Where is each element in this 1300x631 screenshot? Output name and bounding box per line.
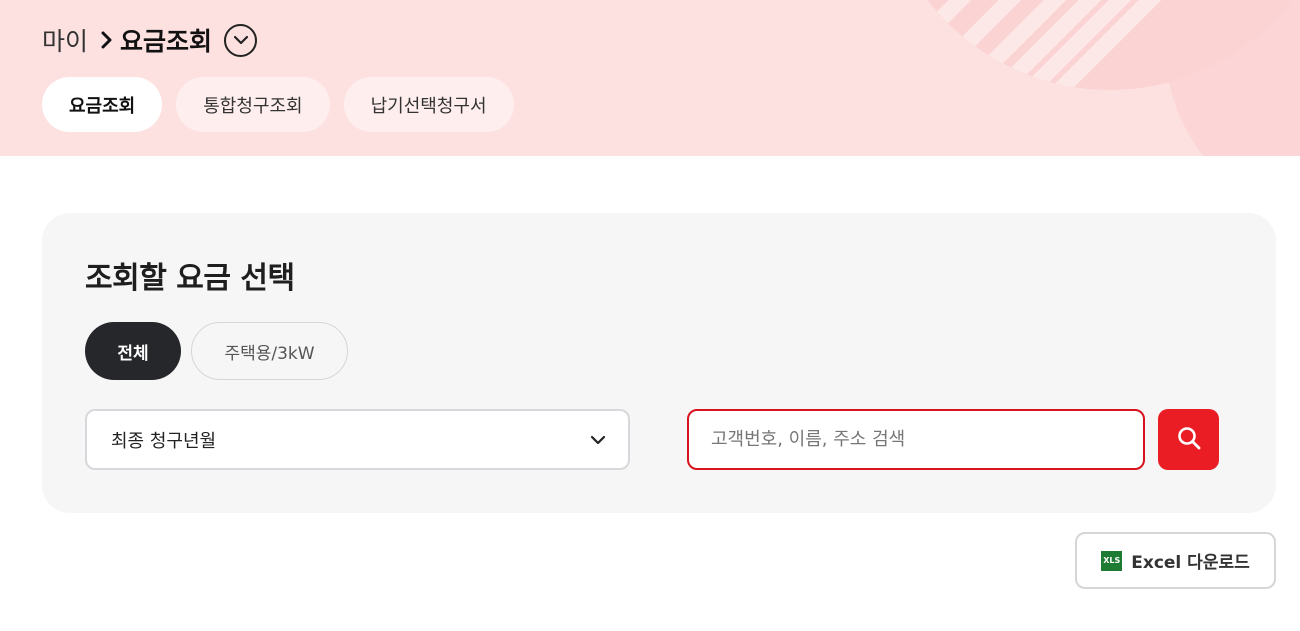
search-button[interactable] (1158, 409, 1219, 470)
xls-file-icon: XLS (1101, 550, 1123, 571)
filter-chips: 전체 주택용/3kW (85, 322, 348, 380)
select-value: 최종 청구년월 (111, 430, 217, 452)
breadcrumb-parent[interactable]: 마이 (42, 22, 88, 58)
breadcrumb: 마이 요금조회 (42, 22, 258, 58)
page-header: 마이 요금조회 요금조회 통합청구조회 납기선택청구서 (0, 0, 1300, 156)
search-panel: 조회할 요금 선택 전체 주택용/3kW 최종 청구년월 (42, 213, 1276, 513)
billing-month-select[interactable]: 최종 청구년월 (85, 409, 630, 470)
chevron-down-icon (590, 430, 606, 449)
tab-billing-inquiry[interactable]: 요금조회 (42, 77, 163, 132)
search-icon (1176, 425, 1202, 454)
excel-download-button[interactable]: XLS Excel 다운로드 (1075, 532, 1276, 589)
breadcrumb-current: 요금조회 (120, 27, 213, 56)
chevron-right-icon (100, 31, 114, 49)
excel-download-label: Excel 다운로드 (1131, 553, 1250, 573)
tab-integrated-billing[interactable]: 통합청구조회 (176, 77, 330, 132)
chevron-down-circle-icon[interactable] (224, 23, 258, 57)
tab-bar: 요금조회 통합청구조회 납기선택청구서 (42, 77, 514, 132)
panel-title: 조회할 요금 선택 (85, 261, 295, 296)
chip-all[interactable]: 전체 (85, 322, 181, 380)
chip-residential-3kw[interactable]: 주택용/3kW (191, 322, 348, 380)
tab-due-date-bill[interactable]: 납기선택청구서 (343, 77, 514, 132)
search-input[interactable] (687, 409, 1145, 470)
